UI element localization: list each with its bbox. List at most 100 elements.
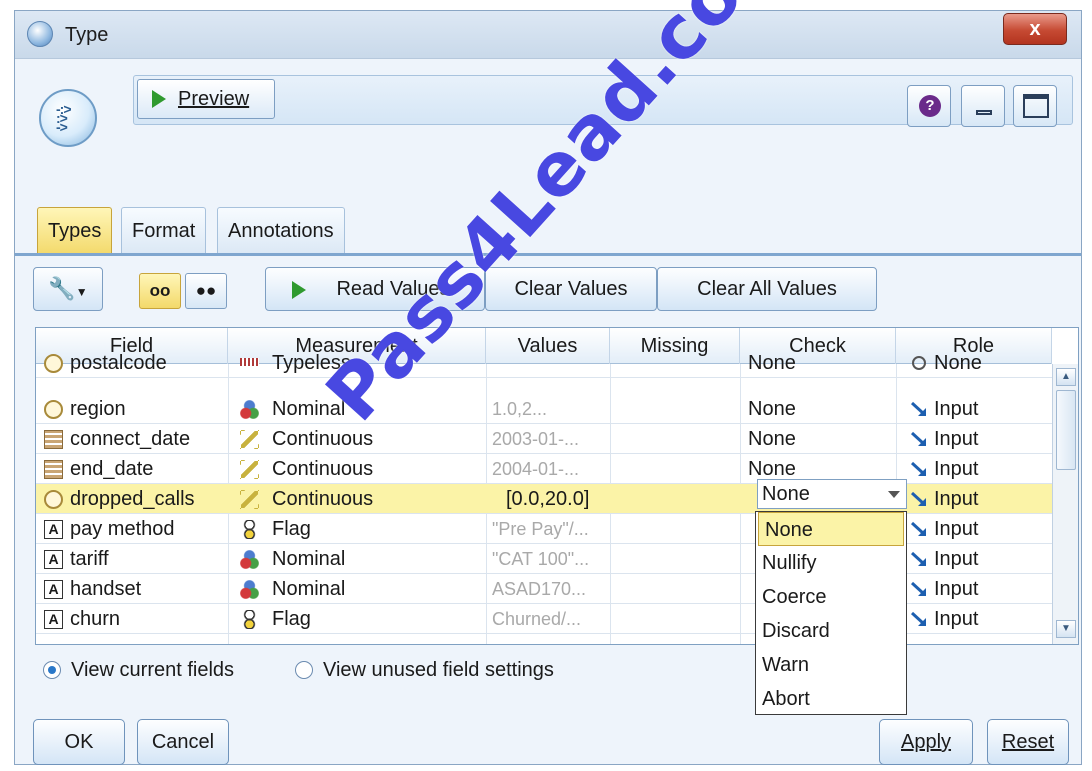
values-cell[interactable]: "CAT 100"...	[492, 544, 610, 574]
missing-cell[interactable]	[616, 424, 736, 454]
view-toggle-2[interactable]: ●●	[185, 273, 227, 309]
measurement-value[interactable]: Continuous	[272, 454, 486, 484]
flag-icon	[240, 610, 259, 629]
input-arrow-icon	[910, 610, 928, 628]
close-button[interactable]: x	[1003, 13, 1067, 45]
scroll-thumb[interactable]	[1056, 390, 1076, 470]
missing-cell[interactable]	[616, 514, 736, 544]
role-cell[interactable]: Input	[934, 574, 1044, 604]
radio-unselected-icon	[295, 661, 313, 679]
check-dropdown-list: None Nullify Coerce Discard Warn Abort	[755, 511, 907, 715]
tab-divider	[15, 253, 1081, 256]
missing-cell[interactable]	[616, 544, 736, 574]
radio-view-current[interactable]: View current fields	[43, 659, 235, 681]
flag-icon	[240, 520, 259, 539]
typeless-icon	[240, 358, 259, 366]
measurement-value[interactable]: Nominal	[272, 544, 486, 574]
field-name: dropped_calls	[70, 488, 195, 510]
tab-types[interactable]: Types	[37, 207, 113, 255]
radio-view-unused[interactable]: View unused field settings	[295, 659, 554, 681]
tab-annotations[interactable]: Annotations	[217, 207, 345, 255]
minimize-button[interactable]	[961, 85, 1005, 127]
radio-view-current-label: View current fields	[71, 659, 235, 681]
string-icon: A	[44, 520, 63, 539]
missing-cell[interactable]	[616, 604, 736, 634]
field-name: churn	[70, 608, 121, 630]
values-cell[interactable]: 2003-01-...	[492, 424, 610, 454]
measurement-value[interactable]: Nominal	[272, 574, 486, 604]
missing-cell[interactable]	[616, 574, 736, 604]
input-arrow-icon	[910, 460, 928, 478]
values-cell[interactable]: ASAD170...	[492, 574, 610, 604]
missing-cell[interactable]	[616, 484, 736, 514]
tab-format[interactable]: Format	[121, 207, 207, 255]
check-option-coerce[interactable]: Coerce	[756, 580, 906, 614]
role-cell[interactable]: Input	[934, 514, 1044, 544]
maximize-icon	[1023, 94, 1049, 118]
check-dropdown[interactable]: None	[757, 479, 907, 509]
values-cell[interactable]	[492, 348, 610, 378]
measurement-value[interactable]: Continuous	[272, 484, 486, 514]
check-cell[interactable]: None	[748, 348, 894, 378]
role-cell[interactable]: Input	[934, 484, 1044, 514]
role-cell[interactable]: Input	[934, 424, 1044, 454]
radio-view-unused-label: View unused field settings	[323, 659, 554, 681]
continuous-icon	[240, 460, 259, 479]
input-arrow-icon	[910, 430, 928, 448]
missing-cell[interactable]	[616, 348, 736, 378]
continuous-icon	[240, 430, 259, 449]
string-icon: A	[44, 610, 63, 629]
ok-button[interactable]: OK	[33, 719, 125, 765]
string-icon: A	[44, 550, 63, 569]
check-cell[interactable]: None	[748, 394, 894, 424]
missing-cell[interactable]	[616, 394, 736, 424]
missing-cell[interactable]	[616, 454, 736, 484]
input-arrow-icon	[910, 520, 928, 538]
title-bar: Type x	[15, 11, 1081, 59]
table-row[interactable]: connect_date Continuous 2003-01-... None Inp…	[36, 424, 1052, 454]
string-icon: A	[44, 580, 63, 599]
check-cell[interactable]: None	[748, 424, 894, 454]
type-node-icon	[27, 21, 53, 47]
maximize-button[interactable]	[1013, 85, 1057, 127]
role-cell[interactable]: Input	[934, 454, 1044, 484]
wrench-icon: 🔧	[48, 276, 76, 301]
values-cell[interactable]: 1.0,2...	[492, 394, 610, 424]
range-icon	[44, 354, 63, 373]
preview-button[interactable]: Preview	[137, 79, 275, 119]
check-option-discard[interactable]: Discard	[756, 614, 906, 648]
check-option-none[interactable]: None	[758, 512, 904, 546]
check-option-nullify[interactable]: Nullify	[756, 546, 906, 580]
role-cell[interactable]: Input	[934, 544, 1044, 574]
table-row[interactable]: region Nominal 1.0,2... None Input	[36, 394, 1052, 424]
input-arrow-icon	[910, 550, 928, 568]
nominal-icon	[240, 550, 259, 569]
scroll-up-icon[interactable]: ▲	[1056, 368, 1076, 386]
cancel-button[interactable]: Cancel	[137, 719, 229, 765]
role-cell[interactable]: None	[934, 348, 1044, 378]
view-toggle-1[interactable]: oo	[139, 273, 181, 309]
check-option-warn[interactable]: Warn	[756, 648, 906, 682]
tools-menu-button[interactable]: 🔧▼	[33, 267, 103, 311]
clear-all-values-button[interactable]: Clear All Values	[657, 267, 877, 311]
measurement-value[interactable]: Flag	[272, 604, 486, 634]
table-scrollbar[interactable]: ▲ ▼	[1052, 364, 1078, 644]
table-row[interactable]: postalcode Typeless None None	[36, 352, 1052, 378]
role-cell[interactable]: Input	[934, 604, 1044, 634]
date-icon	[44, 460, 63, 479]
reset-button[interactable]: Reset	[987, 719, 1069, 765]
check-option-abort[interactable]: Abort	[756, 682, 906, 716]
nominal-icon	[240, 580, 259, 599]
values-cell[interactable]: Churned/...	[492, 604, 610, 634]
input-arrow-icon	[910, 490, 928, 508]
values-cell[interactable]: 2004-01-...	[492, 454, 610, 484]
measurement-value[interactable]: Flag	[272, 514, 486, 544]
help-button[interactable]: ?	[907, 85, 951, 127]
values-cell[interactable]: [0.0,20.0]	[506, 484, 624, 514]
preview-label: Preview	[178, 88, 250, 110]
scroll-down-icon[interactable]: ▼	[1056, 620, 1076, 638]
apply-button[interactable]: Apply	[879, 719, 973, 765]
role-cell[interactable]: Input	[934, 394, 1044, 424]
values-cell[interactable]: "Pre Pay"/...	[492, 514, 610, 544]
input-arrow-icon	[910, 580, 928, 598]
